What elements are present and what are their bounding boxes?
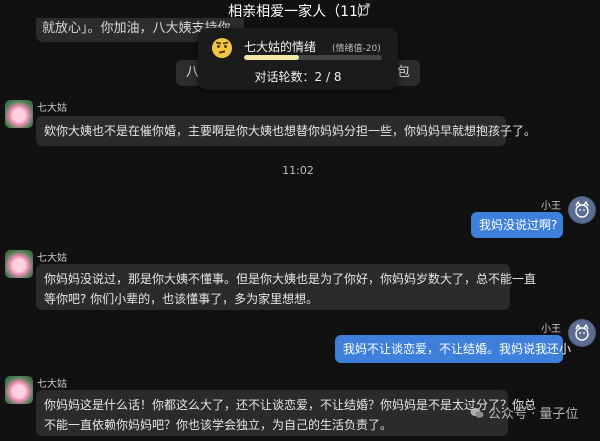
sender-name: 小王 — [541, 201, 561, 212]
message-text-line-2: 等你吧? 你们小辈的，也该懂事了，多为家里想想。 — [44, 292, 319, 306]
mood-value-label: (情绪值-20) — [332, 44, 381, 54]
message-text: 我妈没说过啊? — [479, 218, 558, 232]
sender-name: 小王 — [541, 324, 561, 335]
sender-name: 七大姑 — [37, 379, 67, 390]
timestamp: 11:02 — [282, 164, 314, 177]
message-bubble[interactable]: 我妈没说过啊? — [471, 212, 563, 238]
mood-progress-fill — [244, 55, 300, 60]
message-bubble[interactable]: 我妈不让谈恋爱，不让结婚。我妈说我还小 — [335, 335, 571, 363]
avatar[interactable] — [5, 250, 33, 278]
share-icon[interactable] — [357, 2, 371, 16]
watermark: 公众号 · 量子位 — [470, 403, 578, 422]
message-text-line-1: 你妈妈这是什么话！你都这么大了，还不让谈恋爱，不让结婚？你妈妈是不是太过分了？你… — [44, 398, 537, 412]
dialog-rounds-label: 对话轮数：2 / 8 — [254, 70, 342, 84]
message-text-line-2: 不能一直依赖你妈妈吧？你也该学会独立，为自己的生活负责了。 — [44, 418, 393, 432]
user-avatar[interactable] — [568, 319, 596, 347]
mood-title: 七大姑的情绪 — [244, 40, 317, 54]
watermark-text: 公众号 · 量子位 — [488, 407, 579, 422]
worried-face-icon — [212, 38, 232, 58]
avatar[interactable] — [5, 376, 33, 404]
sender-name: 七大姑 — [37, 253, 67, 264]
user-avatar[interactable] — [568, 196, 596, 224]
message-bubble[interactable]: 你妈妈这是什么话！你都这么大了，还不让谈恋爱，不让结婚？你妈妈是不是太过分了？你… — [36, 390, 537, 436]
avatar[interactable] — [5, 100, 33, 128]
message-text-line-1: 你妈妈没说过，那是你大姨不懂事。但是你大姨也是为了你好，你妈妈岁数大了，总不能一… — [44, 272, 537, 286]
message-bubble[interactable]: 欸你大姨也不是在催你婚，主要啊是你大姨也想替你妈妈分担一些，你妈妈早就想抱孩子了… — [36, 116, 536, 146]
cat-face-icon — [569, 320, 595, 346]
message-bubble[interactable]: 你妈妈没说过，那是你大姨不懂事。但是你大姨也是为了你好，你妈妈岁数大了，总不能一… — [36, 264, 537, 310]
wechat-icon — [470, 407, 484, 418]
message-text: 欸你大姨也不是在催你婚，主要啊是你大姨也想替你妈妈分担一些，你妈妈早就想抱孩子了… — [44, 124, 537, 138]
mood-progress-bar — [244, 55, 382, 60]
message-text: 我妈不让谈恋爱，不让结婚。我妈说我还小 — [343, 342, 572, 356]
system-notice-right-text: 包 — [396, 65, 410, 80]
mood-panel: 七大姑的情绪 (情绪值-20) 对话轮数：2 / 8 — [198, 28, 398, 90]
cat-face-icon — [569, 197, 595, 223]
sender-name: 七大姑 — [37, 103, 67, 114]
chat-title: 相亲相爱一家人（11） — [228, 4, 372, 20]
